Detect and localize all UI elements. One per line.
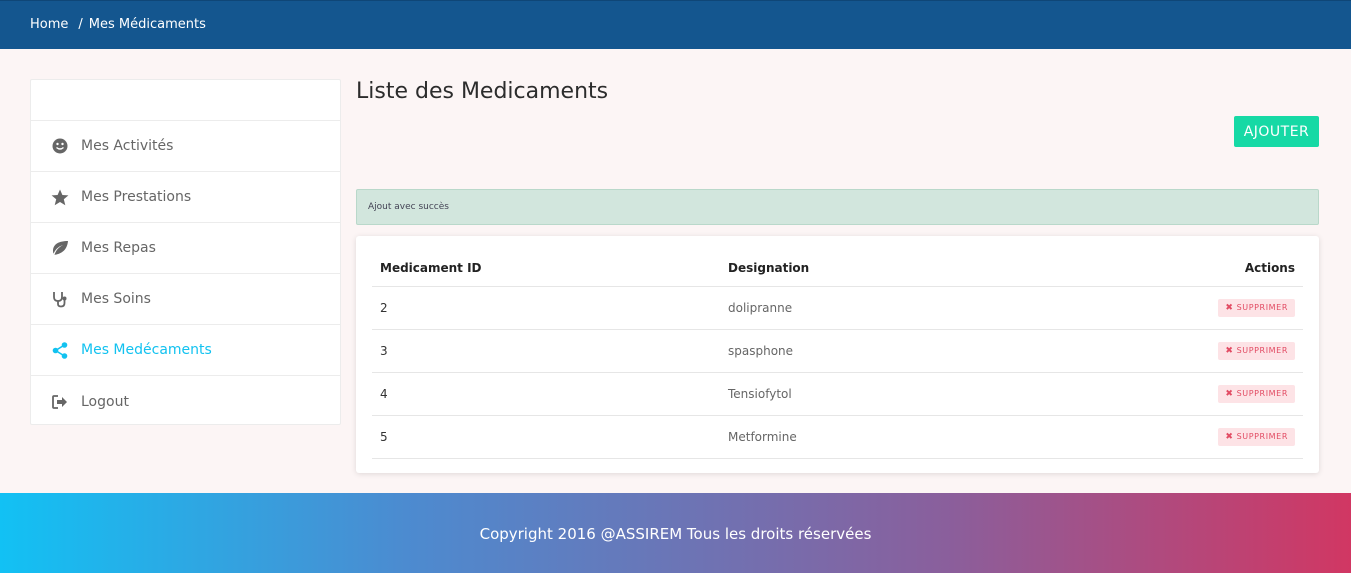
close-icon: ✖	[1225, 431, 1234, 442]
breadcrumb-separator: /	[78, 17, 83, 32]
sidebar-item-prestations[interactable]: Mes Prestations	[31, 172, 340, 223]
sidebar-item-label: Mes Activités	[81, 138, 174, 154]
table-header-row: Medicament ID Designation Actions	[372, 250, 1303, 287]
table-row: 5 Metformine ✖ SUPPRIMER	[372, 415, 1303, 459]
leaf-icon	[51, 239, 69, 257]
success-alert: Ajout avec succès	[356, 189, 1319, 225]
add-button[interactable]: AJOUTER	[1234, 116, 1319, 147]
breadcrumb: Home / Mes Médicaments	[30, 17, 206, 32]
delete-button-label: SUPPRIMER	[1236, 432, 1288, 441]
sidebar-item-medicaments[interactable]: Mes Medécaments	[31, 325, 340, 376]
share-icon	[51, 341, 69, 359]
cell-designation: spasphone	[720, 329, 1019, 373]
cell-actions: ✖ SUPPRIMER	[1018, 329, 1303, 373]
footer-copyright: Copyright 2016 @ASSIREM Tous les droits …	[479, 525, 872, 543]
table-row: 3 spasphone ✖ SUPPRIMER	[372, 329, 1303, 373]
delete-button-label: SUPPRIMER	[1236, 303, 1288, 312]
cell-id: 2	[372, 286, 720, 330]
delete-button[interactable]: ✖ SUPPRIMER	[1218, 298, 1295, 317]
cell-id: 5	[372, 415, 720, 459]
sidebar-item-label: Mes Prestations	[81, 189, 192, 205]
cell-designation: dolipranne	[720, 286, 1019, 330]
delete-button[interactable]: ✖ SUPPRIMER	[1218, 384, 1295, 403]
breadcrumb-current: Mes Médicaments	[88, 17, 206, 32]
sidebar-item-logout[interactable]: Logout	[31, 376, 340, 427]
close-icon: ✖	[1225, 345, 1234, 356]
footer: Copyright 2016 @ASSIREM Tous les droits …	[0, 493, 1351, 573]
star-icon	[51, 188, 69, 206]
breadcrumb-home-link[interactable]: Home	[30, 17, 68, 32]
cell-designation: Metformine	[720, 415, 1019, 459]
sidebar-item-repas[interactable]: Mes Repas	[31, 223, 340, 274]
sidebar-item-label: Mes Medécaments	[81, 342, 212, 358]
delete-button[interactable]: ✖ SUPPRIMER	[1218, 341, 1295, 360]
table-row: 2 dolipranne ✖ SUPPRIMER	[372, 286, 1303, 330]
close-icon: ✖	[1225, 388, 1234, 399]
sidebar: Mes Activités Mes Prestations Mes Repas …	[30, 79, 341, 425]
cell-actions: ✖ SUPPRIMER	[1018, 286, 1303, 330]
cell-id: 4	[372, 372, 720, 416]
sidebar-item-label: Mes Soins	[81, 291, 151, 307]
logout-icon	[51, 393, 69, 411]
medicaments-table: Medicament ID Designation Actions 2 doli…	[372, 250, 1303, 459]
stethoscope-icon	[51, 290, 69, 308]
sidebar-header	[31, 80, 340, 121]
top-bar: Home / Mes Médicaments	[0, 0, 1351, 49]
medicaments-card: Medicament ID Designation Actions 2 doli…	[356, 236, 1319, 473]
delete-button-label: SUPPRIMER	[1236, 389, 1288, 398]
smile-icon	[51, 137, 69, 155]
cell-id: 3	[372, 329, 720, 373]
cell-actions: ✖ SUPPRIMER	[1018, 415, 1303, 459]
delete-button[interactable]: ✖ SUPPRIMER	[1218, 427, 1295, 446]
column-header-designation: Designation	[720, 250, 1019, 287]
sidebar-item-activites[interactable]: Mes Activités	[31, 121, 340, 172]
cell-designation: Tensiofytol	[720, 372, 1019, 416]
sidebar-item-label: Mes Repas	[81, 240, 156, 256]
column-header-id: Medicament ID	[372, 250, 720, 287]
cell-actions: ✖ SUPPRIMER	[1018, 372, 1303, 416]
column-header-actions: Actions	[1018, 250, 1303, 287]
table-row: 4 Tensiofytol ✖ SUPPRIMER	[372, 372, 1303, 416]
sidebar-item-soins[interactable]: Mes Soins	[31, 274, 340, 325]
sidebar-item-label: Logout	[81, 393, 129, 410]
delete-button-label: SUPPRIMER	[1236, 346, 1288, 355]
page-title: Liste des Medicaments	[356, 79, 609, 104]
close-icon: ✖	[1225, 302, 1234, 313]
